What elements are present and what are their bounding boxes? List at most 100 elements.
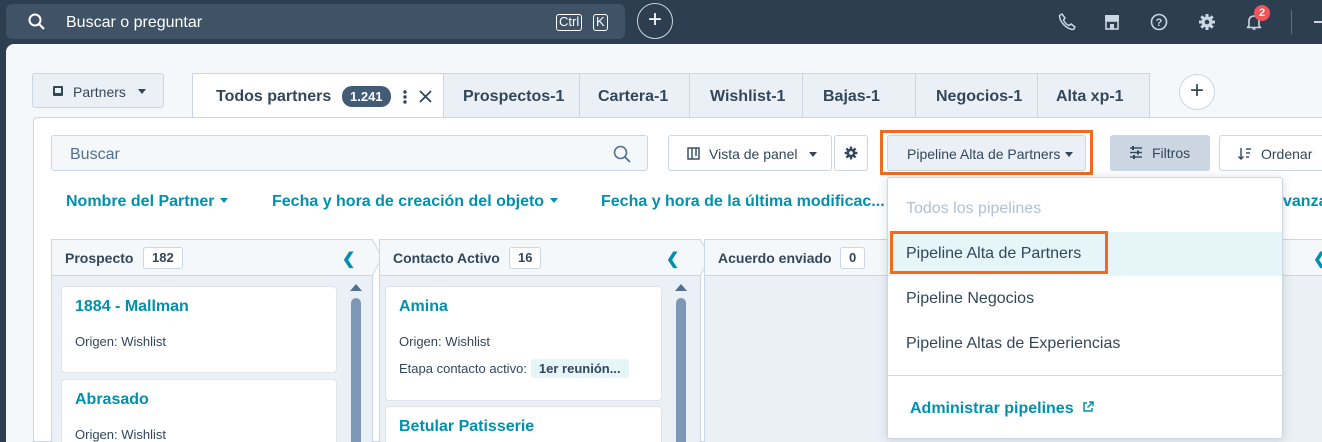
- column-name: Acuerdo enviado: [718, 250, 832, 266]
- filters-label: Filtros: [1152, 145, 1191, 161]
- sort-field-avanza[interactable]: vanza: [1283, 193, 1322, 211]
- tab-label: Prospectos-1: [463, 88, 565, 105]
- settings-gear-icon: [844, 146, 858, 160]
- board-search-input[interactable]: Buscar: [51, 135, 648, 171]
- board-card[interactable]: Amina Origen: Wishlist Etapa contacto ac…: [385, 286, 662, 401]
- collapse-chevron-icon[interactable]: ❮: [1313, 249, 1322, 269]
- filters-button[interactable]: Filtros: [1110, 135, 1210, 171]
- shortcut-key-ctrl: Ctrl: [556, 14, 583, 31]
- object-selector-label: Partners: [73, 84, 126, 100]
- more-options-icon[interactable]: [403, 89, 407, 105]
- tab-wishlist[interactable]: Wishlist-1: [689, 73, 803, 117]
- book-icon: [53, 86, 63, 96]
- scroll-up-arrow-icon[interactable]: [675, 284, 687, 291]
- board-search-placeholder: Buscar: [70, 146, 120, 163]
- card-property-label: Etapa contacto activo:: [399, 361, 527, 376]
- create-new-button[interactable]: +: [637, 3, 673, 39]
- view-mode-dropdown[interactable]: Vista de panel: [668, 135, 832, 171]
- column-scrollbar[interactable]: [351, 298, 361, 442]
- sort-field-fecha-modificacion[interactable]: Fecha y hora de la última modificac...: [601, 193, 885, 211]
- collapse-chevron-icon[interactable]: ❮: [342, 249, 355, 269]
- board-card[interactable]: Abrasado Origen: Wishlist: [61, 379, 337, 442]
- sort-field-nombre[interactable]: Nombre del Partner: [66, 193, 229, 211]
- option-label: Todos los pipelines: [906, 200, 1042, 217]
- tab-alta-xp[interactable]: Alta xp-1: [1037, 73, 1150, 117]
- card-property: Origen: Wishlist: [75, 334, 167, 349]
- settings-gear-icon[interactable]: [1197, 12, 1217, 32]
- search-icon: [28, 13, 45, 30]
- option-label: Pipeline Altas de Experiencias: [906, 335, 1121, 352]
- chevron-down-icon: [220, 198, 229, 203]
- sort-icon: [1238, 148, 1251, 160]
- object-selector-button[interactable]: Partners: [32, 73, 164, 108]
- collapse-chevron-icon[interactable]: ❮: [666, 249, 679, 269]
- external-link-icon: [1083, 401, 1094, 412]
- sort-field-label: vanza: [1283, 193, 1322, 210]
- record-count-badge: 1.241: [342, 86, 391, 107]
- column-name: Contacto Activo: [393, 250, 500, 266]
- svg-text:?: ?: [1156, 17, 1163, 29]
- scroll-up-arrow-icon[interactable]: [350, 284, 362, 291]
- sort-field-label: Fecha y hora de la última modificac...: [601, 193, 885, 210]
- tab-label: Todos partners: [216, 88, 332, 105]
- card-title[interactable]: Betular Patisserie: [399, 418, 534, 436]
- sort-label: Ordenar: [1261, 146, 1313, 162]
- column-header: Contacto Activo 16 ❮: [379, 239, 701, 276]
- help-icon[interactable]: ?: [1149, 12, 1169, 32]
- shortcut-key-k: K: [593, 14, 608, 31]
- global-search-placeholder: Buscar o preguntar: [66, 14, 203, 31]
- sort-field-label: Fecha y hora de creación del objeto: [272, 193, 545, 210]
- board-view-icon: [687, 147, 700, 160]
- sort-button[interactable]: Ordenar: [1219, 135, 1322, 171]
- board-card[interactable]: 1884 - Mallman Origen: Wishlist: [61, 286, 337, 373]
- tab-prospectos[interactable]: Prospectos-1: [443, 73, 580, 117]
- manage-pipelines-label: Administrar pipelines: [910, 400, 1074, 417]
- account-menu-edge[interactable]: [1314, 21, 1322, 23]
- chevron-down-icon: [550, 198, 559, 203]
- tab-label: Negocios-1: [936, 88, 1023, 105]
- tab-cartera[interactable]: Cartera-1: [579, 73, 690, 117]
- card-property-row: Etapa contacto activo: 1er reunión...: [399, 359, 629, 378]
- column-count: 16: [509, 247, 542, 269]
- pipeline-option-altas-experiencias[interactable]: Pipeline Altas de Experiencias: [888, 322, 1282, 366]
- sort-field-label: Nombre del Partner: [66, 193, 215, 210]
- global-search-input[interactable]: Buscar o preguntar Ctrl K: [6, 4, 625, 39]
- tab-negocios[interactable]: Negocios-1: [915, 73, 1038, 117]
- board-card[interactable]: Betular Patisserie: [385, 406, 662, 442]
- column-name: Prospecto: [65, 250, 134, 266]
- pipeline-option-negocios[interactable]: Pipeline Negocios: [888, 277, 1282, 321]
- pipeline-option-all: Todos los pipelines: [888, 187, 1282, 231]
- tab-label: Wishlist-1: [710, 88, 786, 105]
- view-mode-label: Vista de panel: [709, 146, 798, 162]
- sort-field-fecha-creacion[interactable]: Fecha y hora de creación del objeto: [272, 193, 559, 211]
- stage-tag: 1er reunión...: [530, 359, 629, 378]
- marketplace-icon[interactable]: [1102, 12, 1122, 32]
- column-header: Prospecto 182 ❮: [51, 239, 373, 276]
- notification-count-badge: 2: [1254, 5, 1270, 21]
- chevron-down-icon: [809, 152, 817, 157]
- column-count: 182: [143, 247, 183, 269]
- column-scrollbar[interactable]: [676, 298, 686, 442]
- manage-pipelines-link[interactable]: Administrar pipelines: [910, 400, 1094, 418]
- search-icon: [613, 145, 631, 163]
- filter-sliders-icon: [1130, 146, 1142, 159]
- card-title[interactable]: Abrasado: [75, 391, 149, 409]
- close-icon[interactable]: [419, 90, 432, 103]
- card-title[interactable]: 1884 - Mallman: [75, 298, 189, 316]
- tab-label: Cartera-1: [598, 88, 669, 105]
- card-property: Origen: Wishlist: [399, 334, 491, 349]
- tab-label: Bajas-1: [823, 88, 880, 105]
- chevron-down-icon: [138, 89, 146, 94]
- board-settings-button[interactable]: [834, 135, 868, 171]
- tab-label: Alta xp-1: [1056, 88, 1124, 105]
- pipeline-dropdown-menu: Todos los pipelines Pipeline Alta de Par…: [887, 177, 1283, 439]
- add-view-button[interactable]: +: [1179, 74, 1215, 110]
- card-property: Origen: Wishlist: [75, 427, 167, 442]
- pipeline-selector-highlight: [880, 130, 1093, 175]
- phone-icon[interactable]: [1057, 12, 1077, 32]
- tab-todos-partners[interactable]: Todos partners 1.241: [192, 73, 444, 118]
- card-title[interactable]: Amina: [399, 298, 448, 316]
- tab-bajas[interactable]: Bajas-1: [802, 73, 916, 117]
- option-label: Pipeline Negocios: [906, 290, 1035, 307]
- top-nav-bar: Buscar o preguntar Ctrl K + ? 2: [0, 0, 1322, 44]
